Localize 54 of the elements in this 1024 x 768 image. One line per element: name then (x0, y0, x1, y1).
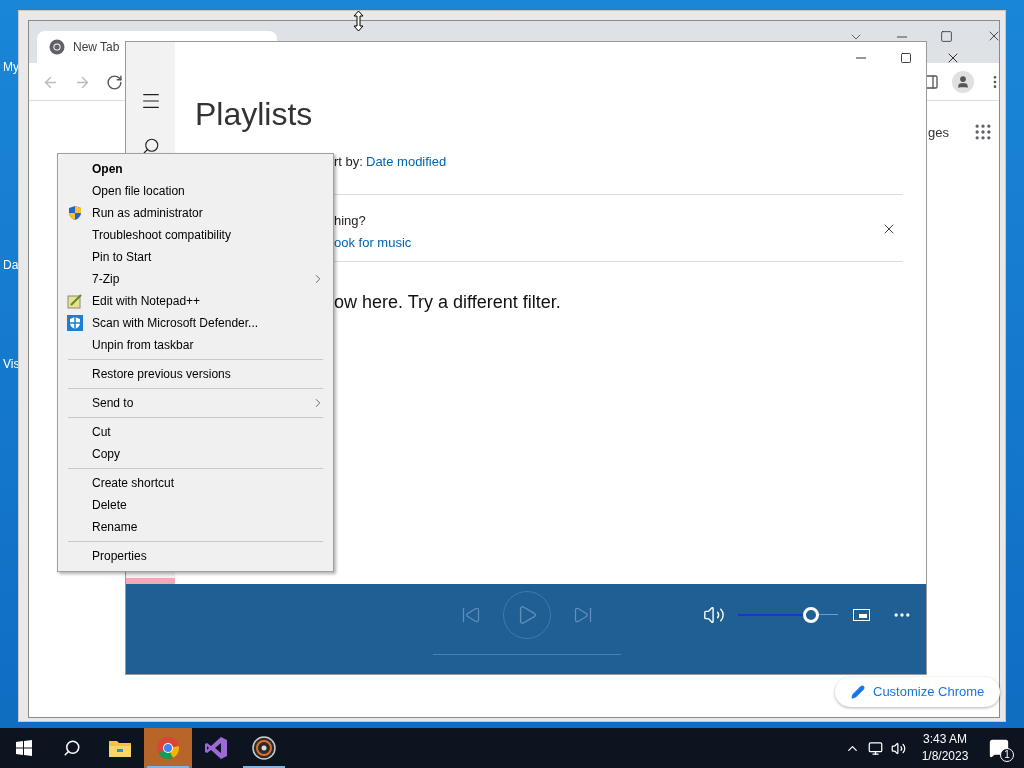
studio-logo-icon (204, 736, 228, 760)
sidebar-tile (126, 578, 175, 584)
empty-message: ow here. Try a different filter. (334, 291, 561, 314)
network-icon[interactable] (868, 740, 883, 756)
shield-window-icon (67, 315, 83, 331)
clock[interactable]: 3:43 AM 1/8/2023 (916, 731, 974, 765)
menu-item[interactable]: Cut (58, 421, 333, 443)
menu-item[interactable]: Delete (58, 494, 333, 516)
maximize-icon[interactable] (900, 52, 912, 64)
menu-item[interactable]: Edit with Notepad++ (58, 290, 333, 312)
search-icon[interactable] (142, 137, 160, 155)
folder-icon (108, 738, 132, 758)
volume-slider[interactable] (738, 605, 838, 625)
menu-item[interactable]: Open file location (58, 180, 333, 202)
desktop-icon-label[interactable]: Da (3, 256, 19, 274)
menu-item[interactable]: Open (58, 158, 333, 180)
menu-item[interactable]: Unpin from taskbar (58, 334, 333, 356)
volume-icon[interactable] (703, 604, 725, 626)
shield-icon (67, 205, 83, 221)
mini-view-icon[interactable] (853, 609, 870, 621)
volume-thumb[interactable] (803, 607, 819, 623)
banner-text: hing? (334, 212, 366, 230)
menu-item[interactable]: Restore previous versions (58, 363, 333, 385)
sort-label: rt by: (334, 153, 363, 171)
menu-item[interactable]: Troubleshoot compatibility (58, 224, 333, 246)
windows-logo-icon (16, 740, 32, 756)
menu-item[interactable]: 7-Zip (58, 268, 333, 290)
tab-title: New Tab (73, 39, 120, 56)
page-title: Playlists (195, 95, 313, 134)
sort-dropdown[interactable]: Date modified (366, 152, 447, 172)
reload-icon[interactable] (106, 74, 123, 91)
apps-grid-icon[interactable] (973, 122, 993, 142)
images-link[interactable]: ges (928, 123, 949, 143)
profile-avatar[interactable] (952, 71, 974, 93)
search-icon (63, 739, 81, 757)
pencil-icon (851, 685, 865, 699)
menu-item[interactable]: Properties (58, 545, 333, 567)
browser-logo-icon (49, 39, 65, 55)
customize-button[interactable]: Customize Chrome (835, 677, 1001, 707)
volume-icon[interactable] (891, 740, 906, 756)
menu-item[interactable]: Scan with Microsoft Defender... (58, 312, 333, 334)
menu-item[interactable]: Pin to Start (58, 246, 333, 268)
menu-item[interactable]: Send to (58, 392, 333, 414)
desktop-icon-label[interactable]: My (3, 58, 19, 76)
menu-item[interactable]: Create shortcut (58, 472, 333, 494)
banner-link[interactable]: ook for music (334, 233, 412, 253)
notification-count: 1 (1000, 748, 1014, 762)
browser-logo-icon (156, 736, 180, 760)
disc-icon (252, 736, 276, 760)
menu-item[interactable]: Run as administrator (58, 202, 333, 224)
menu-item[interactable]: Copy (58, 443, 333, 465)
notepad-icon (67, 293, 83, 309)
menu-item[interactable]: Rename (58, 516, 333, 538)
maximize-icon[interactable] (940, 30, 953, 43)
